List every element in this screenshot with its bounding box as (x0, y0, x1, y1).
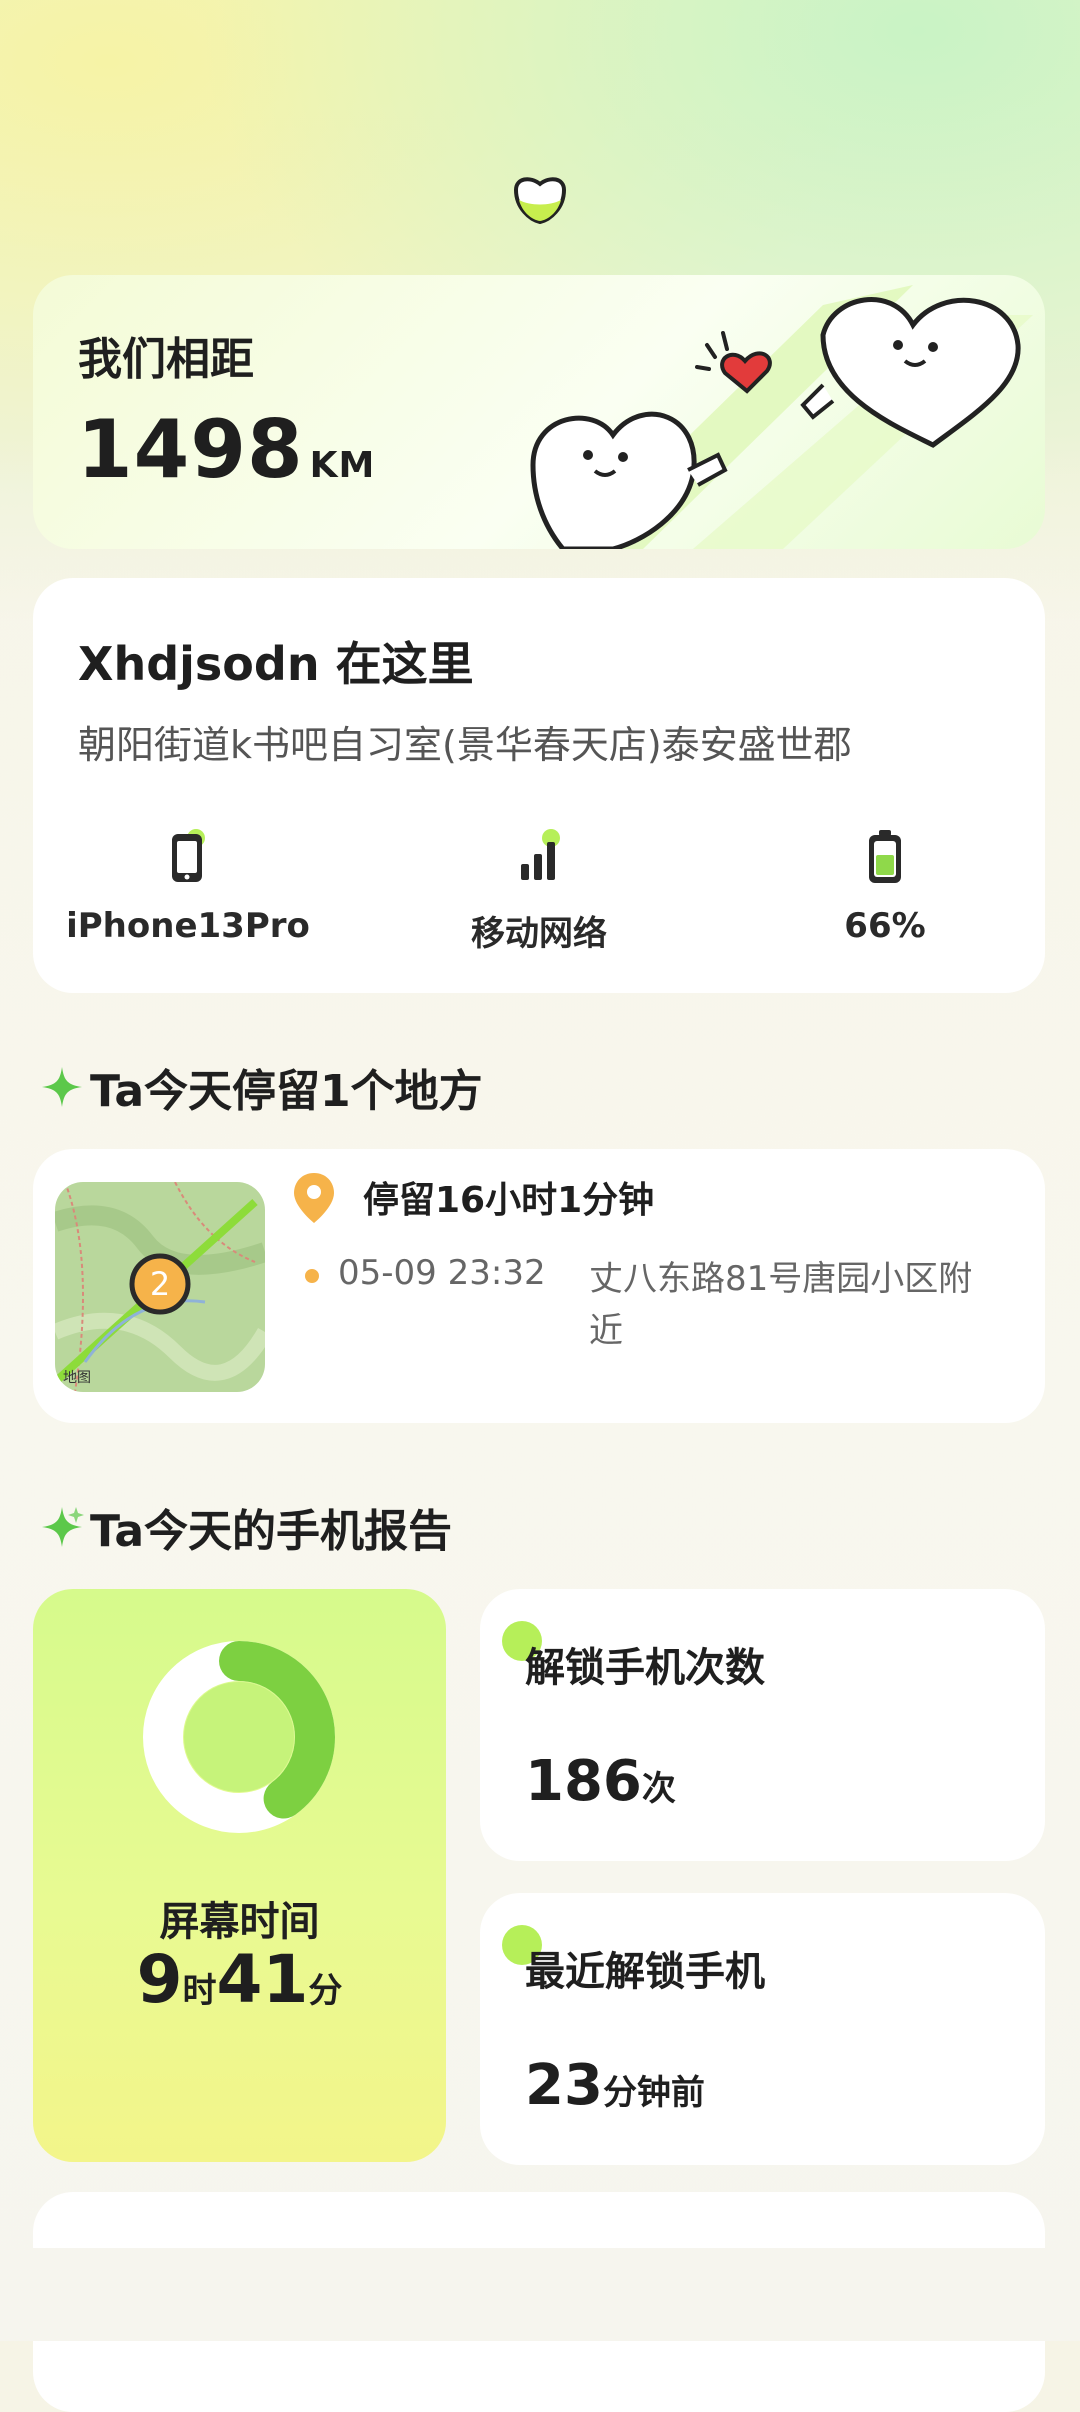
stay-duration: 停留16小时1分钟 (363, 1180, 655, 1221)
phone-icon (172, 829, 205, 882)
stay-place: 丈八东路81号唐园小区附近 (589, 1259, 973, 1351)
unlock-count-card[interactable]: 解锁手机次数 186次 (480, 1589, 1045, 1861)
device-stat: iPhone13Pro (58, 828, 318, 946)
stay-card[interactable]: 2 地图 停留16小时1分钟 05-09 23:32 丈八东路81号唐园小区附近 (33, 1149, 1045, 1423)
distance-unit: KM (309, 445, 376, 486)
bottom-fade (0, 2248, 1080, 2341)
screen-time-label: 屏幕时间 (159, 1899, 320, 1945)
location-pin-icon (294, 1173, 334, 1223)
device-label: iPhone13Pro (66, 906, 310, 946)
sparkle-icon (42, 1067, 82, 1107)
distance-value: 1498 KM (77, 403, 375, 496)
screen-minutes-unit: 分 (308, 1971, 343, 2011)
last-unlock-card[interactable]: 最近解锁手机 23分钟前 (480, 1893, 1045, 2165)
last-unlock-title: 最近解锁手机 (525, 1949, 765, 1995)
network-label: 移动网络 (471, 914, 607, 954)
distance-card: 我们相距 1498 KM (33, 275, 1045, 549)
location-person-name: Xhdjsodn 在这里 (78, 637, 474, 691)
battery-icon (869, 830, 901, 883)
location-card[interactable]: Xhdjsodn 在这里 朝阳街道k书吧自习室(景华春天店)泰安盛世郡 iPho… (33, 578, 1045, 993)
last-unlock-number: 23 (525, 2053, 603, 2118)
screen-hours-unit: 时 (182, 1971, 217, 2011)
map-attribution: 地图 (63, 1370, 91, 1386)
unlock-count-title: 解锁手机次数 (525, 1645, 765, 1691)
battery-label: 66% (844, 906, 926, 946)
map-image: 2 地图 (55, 1182, 265, 1392)
screen-time-card[interactable]: 屏幕时间 9时41分 (33, 1589, 446, 2162)
report-section-label: Ta今天的手机报告 (90, 1506, 453, 1557)
unlock-count-value: 186次 (525, 1749, 676, 1814)
unlock-count-number: 186 (525, 1749, 642, 1814)
unlock-count-unit: 次 (641, 1769, 676, 1809)
screen-time-ring (143, 1641, 335, 1833)
distance-title: 我们相距 (78, 334, 254, 385)
report-section-title: Ta今天的手机报告 (40, 1495, 452, 1559)
screen-hours: 9 (136, 1941, 183, 2018)
signal-icon (521, 829, 560, 880)
hugging-hearts-illustration (530, 285, 1033, 549)
stay-section-label: Ta今天停留1个地方 (90, 1066, 483, 1117)
battery-stat: 66% (755, 828, 1015, 946)
sparkle-icon (42, 1507, 84, 1547)
timeline-dot (305, 1269, 319, 1283)
location-address: 朝阳街道k书吧自习室(景华春天店)泰安盛世郡 (78, 723, 852, 767)
network-stat: 移动网络 (409, 828, 669, 955)
stay-time: 05-09 23:32 (338, 1253, 546, 1293)
distance-number: 1498 (77, 403, 304, 496)
screen-minutes: 41 (216, 1941, 309, 2018)
last-unlock-value: 23分钟前 (525, 2053, 705, 2118)
stay-section-title: Ta今天停留1个地方 (40, 1055, 483, 1119)
map-marker-number: 2 (150, 1265, 170, 1303)
last-unlock-unit: 分钟前 (602, 2073, 705, 2113)
screen-time-value: 9时41分 (33, 1941, 446, 2018)
stay-map-thumbnail[interactable]: 2 地图 (55, 1182, 265, 1392)
app-logo-icon (513, 177, 567, 225)
